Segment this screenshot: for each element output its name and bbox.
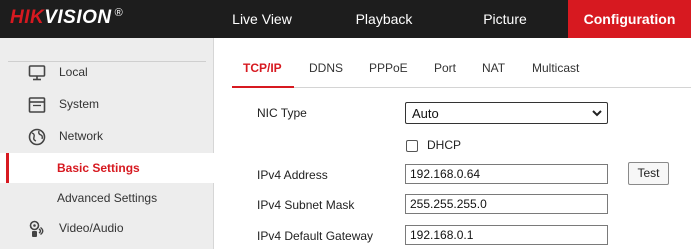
system-window-icon [28,97,46,113]
sidebar-item-label: Basic Settings [57,161,140,175]
active-tab-indicator [232,86,294,88]
tab-pppoe[interactable]: PPPoE [369,61,408,75]
nic-type-label: NIC Type [257,106,307,120]
tab-ddns[interactable]: DDNS [309,61,343,75]
sidebar-item-label: Local [59,65,88,79]
sidebar-divider [8,61,206,62]
monitor-icon [28,65,46,81]
globe-icon [28,128,46,146]
nav-picture[interactable]: Picture [451,0,559,38]
nav-playback[interactable]: Playback [330,0,438,38]
sidebar-item-local[interactable]: Local [0,58,214,88]
nic-type-select[interactable]: Auto [405,102,608,124]
tab-tcp-ip[interactable]: TCP/IP [243,61,282,75]
dhcp-label: DHCP [427,138,462,152]
tab-multicast[interactable]: Multicast [532,61,579,75]
chevron-down-icon [592,110,602,117]
tab-port[interactable]: Port [434,61,456,75]
sidebar: Local System Network Basic Settings Adva… [0,38,214,249]
nav-configuration[interactable]: Configuration [568,0,691,38]
sidebar-item-label: System [59,97,100,111]
sidebar-item-label: Advanced Settings [57,191,158,205]
tab-divider [232,87,691,88]
test-button[interactable]: Test [628,162,669,185]
nav-live-view[interactable]: Live View [214,0,310,38]
sidebar-item-video-audio[interactable]: Video/Audio [0,214,214,244]
ipv4-address-input[interactable] [405,164,608,184]
ipv4-default-gateway-label: IPv4 Default Gateway [257,229,374,243]
ipv4-subnet-mask-input[interactable] [405,194,608,214]
ipv4-address-label: IPv4 Address [257,168,328,182]
sidebar-item-system[interactable]: System [0,90,214,120]
tab-nat[interactable]: NAT [482,61,505,75]
ipv4-default-gateway-input[interactable] [405,225,608,245]
sidebar-item-network[interactable]: Network [0,122,214,152]
nic-type-value: Auto [412,106,439,121]
sidebar-item-label: Video/Audio [59,221,124,235]
top-navigation-bar: HIKVISION ® Live View Playback Picture Co… [0,0,691,38]
sidebar-item-label: Network [59,129,104,143]
sidebar-item-basic-settings[interactable]: Basic Settings [0,153,214,183]
video-audio-icon [29,220,44,237]
dhcp-checkbox[interactable] [406,140,418,152]
sidebar-item-advanced-settings[interactable]: Advanced Settings [0,183,214,213]
ipv4-subnet-mask-label: IPv4 Subnet Mask [257,198,355,212]
hikvision-logo: HIKVISION ® [10,7,124,28]
